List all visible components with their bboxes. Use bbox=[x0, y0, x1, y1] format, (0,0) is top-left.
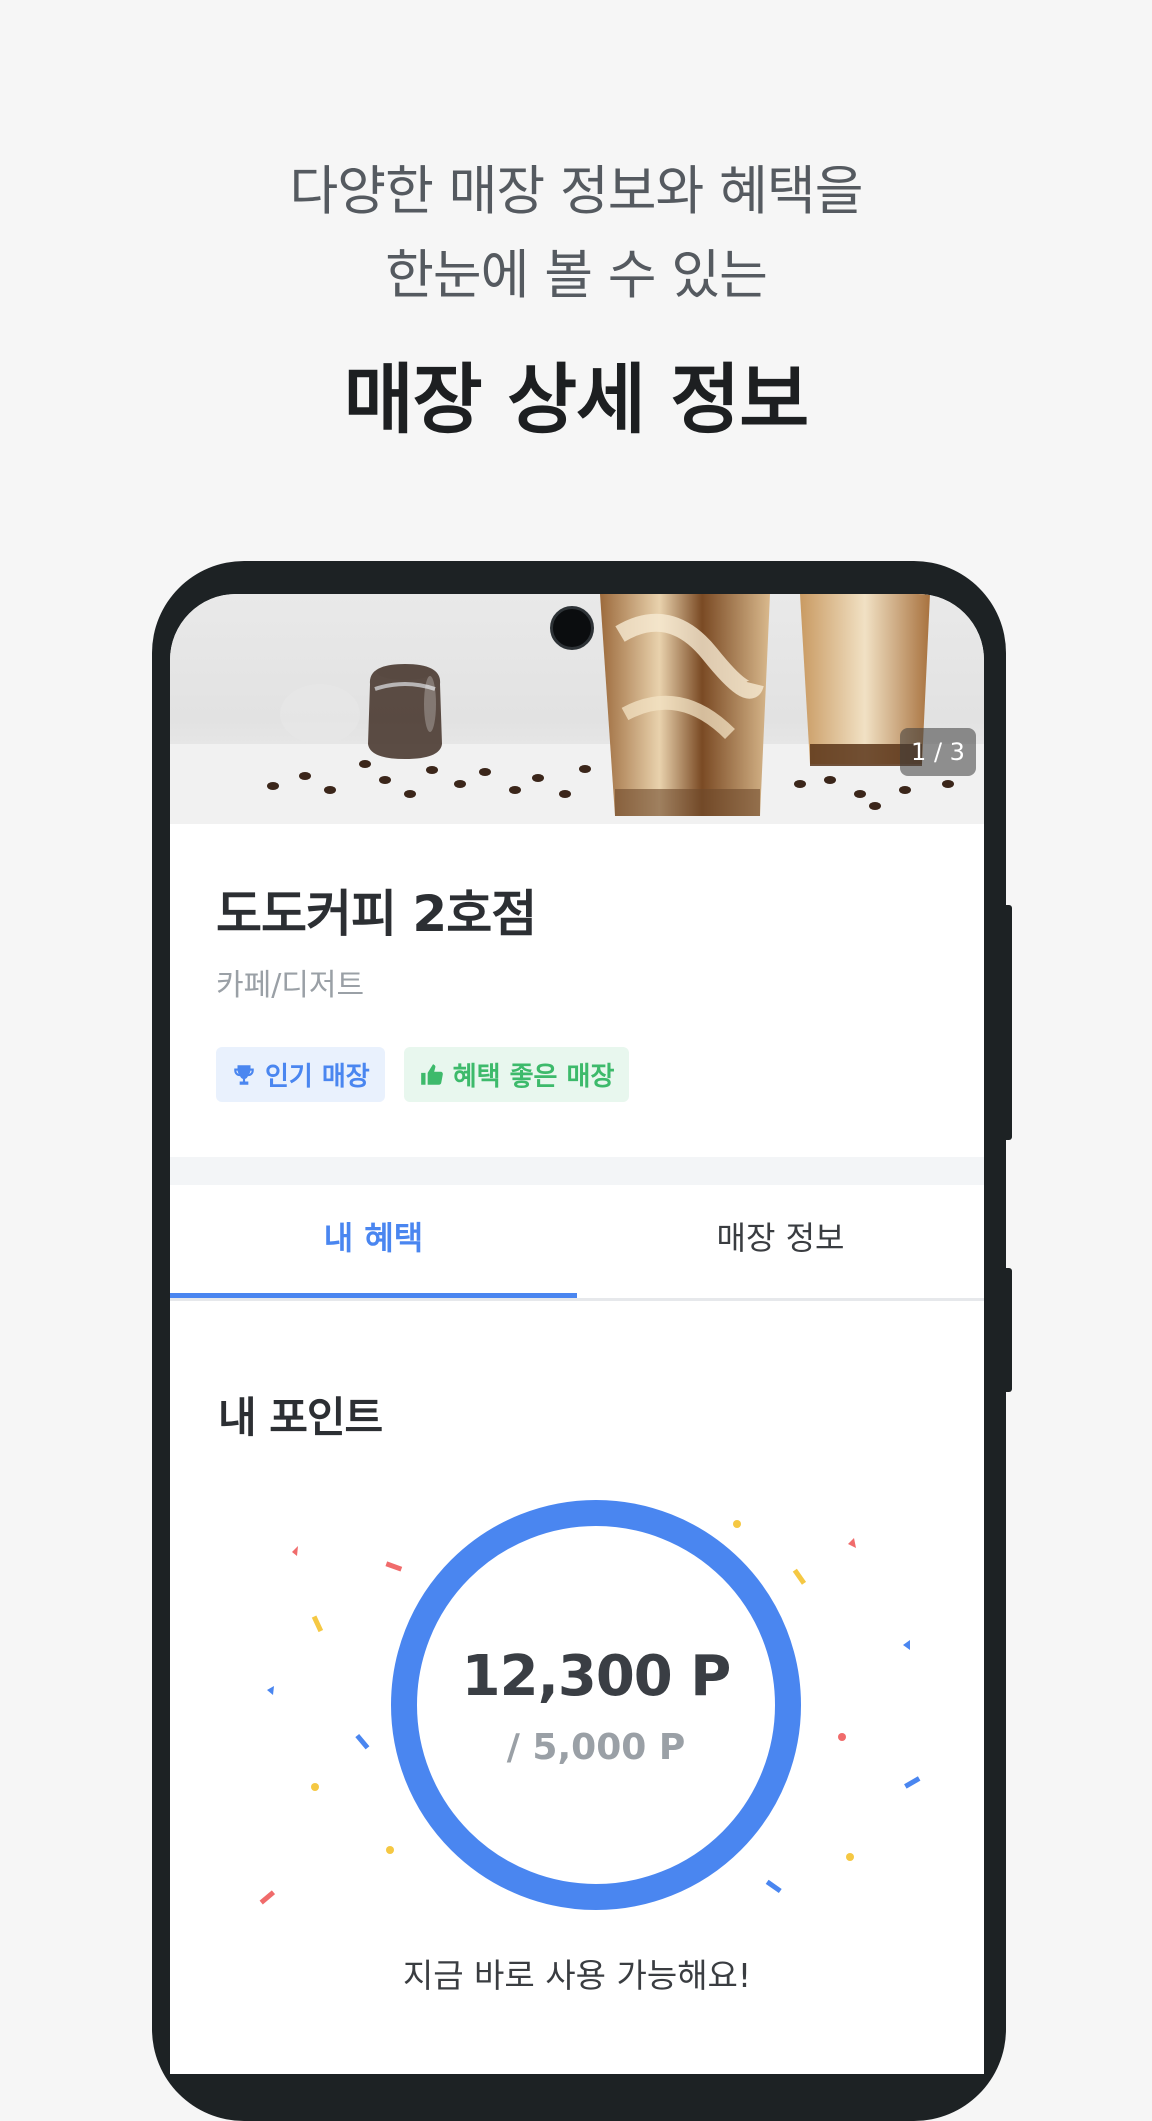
section-divider bbox=[170, 1157, 984, 1185]
points-total: / 5,000 P bbox=[506, 1727, 686, 1768]
badge-good-benefits: 혜택 좋은 매장 bbox=[403, 1047, 630, 1102]
phone-volume-button bbox=[1003, 905, 1012, 1140]
phone-power-button bbox=[1003, 1268, 1012, 1392]
points-availability-text: 지금 바로 사용 가능해요! bbox=[402, 1956, 752, 1995]
badge-label: 혜택 좋은 매장 bbox=[452, 1062, 615, 1092]
badge-label: 인기 매장 bbox=[265, 1062, 370, 1092]
badge-popular-store: 인기 매장 bbox=[216, 1047, 385, 1102]
promo-header: 다양한 매장 정보와 혜택을 한눈에 볼 수 있는 매장 상세 정보 bbox=[0, 150, 1152, 450]
thumbs-up-icon bbox=[419, 1062, 445, 1088]
tab-store-info[interactable]: 매장 정보 bbox=[577, 1185, 984, 1298]
front-camera bbox=[550, 606, 594, 650]
promo-line-1: 다양한 매장 정보와 혜택을 bbox=[289, 161, 864, 222]
store-badges: 인기 매장 혜택 좋은 매장 bbox=[216, 1047, 630, 1102]
trophy-icon bbox=[231, 1062, 257, 1088]
promo-line-2: 한눈에 볼 수 있는 bbox=[385, 245, 768, 306]
store-name: 도도커피 2호점 bbox=[216, 885, 537, 943]
points-section-title: 내 포인트 bbox=[218, 1393, 383, 1442]
promo-title: 매장 상세 정보 bbox=[343, 355, 809, 444]
tab-bar: 내 혜택 매장 정보 bbox=[170, 1185, 984, 1301]
app-screen: 1 / 3 도도커피 2호점 카페/디저트 인기 매장 혜택 좋은 매장 내 혜… bbox=[170, 594, 984, 2074]
tab-my-benefits[interactable]: 내 혜택 bbox=[170, 1185, 577, 1298]
points-value: 12,300 P bbox=[461, 1644, 732, 1709]
store-category: 카페/디저트 bbox=[216, 968, 365, 1003]
image-counter: 1 / 3 bbox=[900, 728, 976, 776]
